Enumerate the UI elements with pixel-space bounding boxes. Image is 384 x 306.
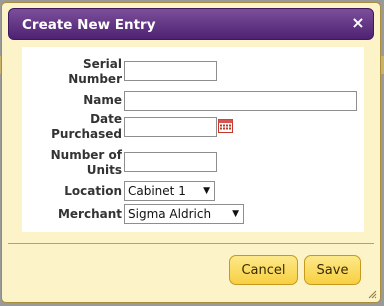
create-entry-dialog: Create New Entry × Serial Number Name Da… (1, 2, 381, 303)
resize-handle-icon[interactable] (367, 289, 377, 299)
number-of-units-label: Number of Units (42, 148, 122, 178)
dialog-title: Create New Entry (22, 17, 156, 33)
dropdown-arrow-icon: ▼ (232, 209, 239, 219)
calendar-icon[interactable] (218, 118, 233, 133)
name-input[interactable] (124, 91, 357, 111)
location-label: Location (64, 184, 122, 198)
merchant-selected-value: Sigma Aldrich (128, 207, 212, 221)
cancel-button[interactable]: Cancel (229, 255, 298, 285)
location-selected-value: Cabinet 1 (128, 184, 186, 198)
save-button[interactable]: Save (304, 255, 361, 285)
number-of-units-input[interactable] (124, 152, 217, 172)
serial-number-label: Serial Number (42, 57, 122, 87)
merchant-select[interactable]: Sigma Aldrich ▼ (124, 204, 244, 224)
date-purchased-input[interactable] (124, 117, 217, 137)
number-of-units-label-line2: Units (86, 163, 122, 177)
serial-number-input[interactable] (124, 61, 217, 81)
dialog-titlebar[interactable]: Create New Entry × (8, 8, 374, 40)
serial-number-label-line1: Serial (82, 57, 122, 71)
serial-number-label-line2: Number (68, 72, 122, 86)
entry-form: Serial Number Name Date Purchased Number… (22, 47, 364, 232)
date-purchased-label: Date Purchased (42, 112, 122, 142)
location-select[interactable]: Cabinet 1 ▼ (124, 181, 215, 201)
dropdown-arrow-icon: ▼ (203, 186, 210, 196)
number-of-units-label-line1: Number of (50, 148, 122, 162)
merchant-label: Merchant (57, 207, 122, 221)
date-purchased-label-line2: Purchased (51, 127, 122, 141)
button-pane-divider (8, 243, 374, 244)
name-label: Name (83, 93, 122, 107)
close-icon[interactable]: × (349, 13, 367, 33)
date-purchased-label-line1: Date (90, 112, 122, 126)
